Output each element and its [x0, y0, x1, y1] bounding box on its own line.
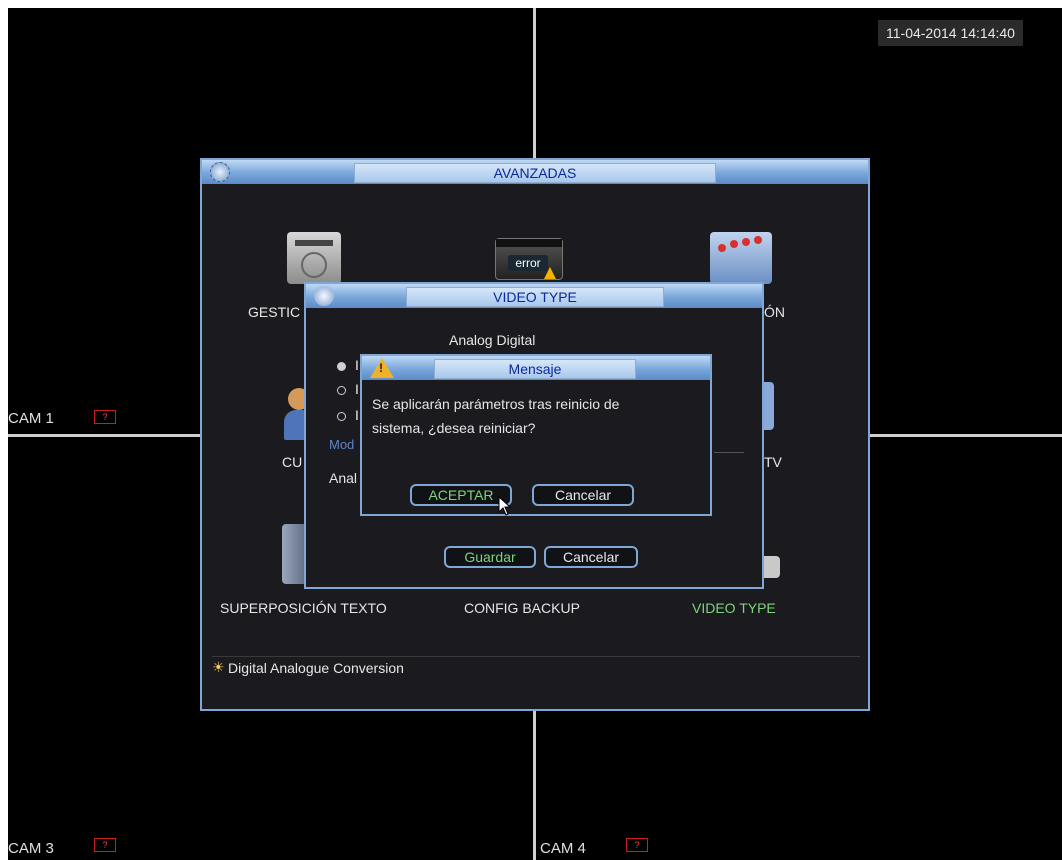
mouse-pointer-icon	[498, 496, 512, 516]
advanced-title: AVANZADAS	[354, 163, 716, 183]
menu-label-tv[interactable]: TV	[764, 454, 782, 470]
menu-label-gestion[interactable]: GESTIC	[248, 304, 300, 320]
channel-row-label: I	[355, 357, 359, 373]
hard-disk-icon[interactable]	[287, 232, 341, 284]
camera-label-4: CAM 4	[540, 840, 586, 857]
mode-divider	[714, 452, 744, 453]
video-type-title: VIDEO TYPE	[406, 287, 664, 307]
error-window-icon[interactable]: error	[495, 238, 563, 280]
message-title: Mensaje	[434, 359, 636, 379]
control-panel-icon[interactable]	[710, 232, 772, 284]
panel-dot	[730, 240, 738, 248]
gear-icon	[210, 162, 230, 182]
warning-mark: !	[379, 361, 383, 375]
hint-divider	[212, 656, 860, 657]
save-button[interactable]: Guardar	[444, 546, 536, 568]
lightbulb-icon: ☀	[212, 659, 225, 675]
message-titlebar: ! Mensaje	[362, 356, 710, 380]
disk-slot	[295, 240, 333, 246]
menu-label-row1-right[interactable]: ÓN	[764, 304, 785, 320]
panel-dot	[742, 238, 750, 246]
panel-dot	[754, 236, 762, 244]
menu-label-superposicion[interactable]: SUPERPOSICIÓN TEXTO	[220, 600, 387, 616]
channel-radio-1[interactable]	[337, 362, 346, 371]
channel-row-label: I	[355, 381, 359, 397]
message-line-1: Se aplicarán parámetros tras reinicio de	[372, 396, 620, 412]
channel-row-label: I	[355, 407, 359, 423]
advanced-titlebar: AVANZADAS	[202, 160, 868, 184]
frame-left	[0, 0, 8, 860]
mini-titlebar	[496, 239, 562, 247]
no-signal-icon: ?	[94, 838, 116, 852]
channel-radio-2[interactable]	[337, 386, 346, 395]
menu-label-cuentas[interactable]: CU	[282, 454, 302, 470]
video-type-window-icon	[314, 286, 334, 306]
hint-text: Digital Analogue Conversion	[228, 660, 404, 676]
cursor-icon	[544, 267, 556, 279]
channel-radio-3[interactable]	[337, 412, 346, 421]
message-dialog: ! Mensaje Se aplicarán parámetros tras r…	[360, 354, 712, 516]
dialog-cancel-button[interactable]: Cancelar	[532, 484, 634, 506]
menu-label-config-backup[interactable]: CONFIG BACKUP	[464, 600, 580, 616]
message-line-2: sistema, ¿desea reiniciar?	[372, 420, 536, 436]
frame-top	[0, 0, 1062, 8]
accept-button[interactable]: ACEPTAR	[410, 484, 512, 506]
cancel-button[interactable]: Cancelar	[544, 546, 638, 568]
error-text-badge: error	[508, 255, 548, 271]
no-signal-icon: ?	[626, 838, 648, 852]
no-signal-icon: ?	[94, 410, 116, 424]
camera-label-1: CAM 1	[8, 410, 54, 427]
panel-dot	[718, 244, 726, 252]
analog-label: Anal	[329, 470, 358, 486]
camera-label-3: CAM 3	[8, 840, 54, 857]
menu-label-video-type[interactable]: VIDEO TYPE	[692, 600, 776, 616]
datetime-display: 11-04-2014 14:14:40	[878, 20, 1023, 46]
video-type-column-headers: Analog Digital	[449, 332, 536, 348]
video-type-titlebar: VIDEO TYPE	[306, 284, 762, 308]
mode-label: Mod	[329, 437, 355, 452]
disk-platter	[301, 252, 327, 278]
